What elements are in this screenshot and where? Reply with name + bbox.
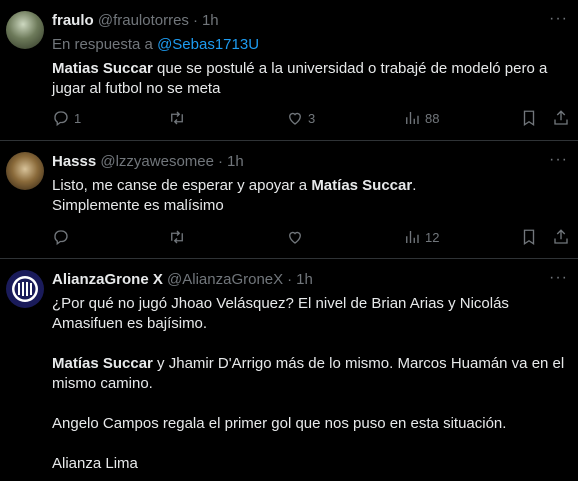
paragraph: Alianza Lima (52, 455, 138, 472)
timestamp[interactable]: 1h (296, 271, 313, 288)
share-icon (554, 229, 568, 244)
avatar[interactable] (6, 270, 44, 308)
handle[interactable]: @fraulotorres (98, 12, 189, 29)
avatar[interactable] (6, 11, 44, 49)
bookmark-button[interactable] (520, 108, 538, 128)
share-button[interactable] (552, 227, 570, 247)
timestamp[interactable]: 1h (227, 153, 244, 170)
bold-name: Matías Succar (311, 177, 413, 194)
reply-button[interactable] (52, 227, 70, 247)
action-bar: 12 (52, 227, 568, 247)
bookmark-icon (523, 229, 535, 246)
like-icon (289, 112, 301, 125)
tweet-header: Hasss @lzzyawesomee · 1h (52, 153, 244, 170)
display-name[interactable]: Hasss (52, 153, 96, 170)
repost-button[interactable] (168, 227, 186, 247)
tweet-text: Listo, me canse de esperar y apoyar a Ma… (52, 177, 417, 214)
views-count: 12 (425, 229, 440, 245)
tweet-header: AlianzaGrone X @AlianzaGroneX · 1h (52, 271, 313, 288)
tweet[interactable]: ··· AlianzaGrone X @AlianzaGroneX · 1h ¿Po… (0, 259, 578, 481)
reply-icon (54, 111, 68, 127)
handle[interactable]: @AlianzaGroneX (167, 271, 283, 288)
views-icon (406, 112, 419, 124)
bookmark-icon (523, 110, 535, 127)
bold-name: Matías Succar (52, 355, 153, 372)
handle[interactable]: @lzzyawesomee (100, 153, 214, 170)
tweet[interactable]: ··· Hasss @lzzyawesomee · 1h Listo, me can… (0, 141, 578, 259)
bookmark-button[interactable] (520, 227, 538, 247)
timestamp[interactable]: 1h (202, 12, 219, 29)
paragraph: Matías Succar y Jhamir D'Arrigo más de l… (52, 355, 565, 392)
like-button[interactable] (286, 227, 304, 247)
repost-button[interactable] (168, 108, 186, 128)
reply-icon (54, 230, 68, 246)
repost-icon (171, 230, 183, 244)
views-button[interactable]: 88 (403, 108, 439, 128)
avatar[interactable] (6, 152, 44, 190)
like-icon (289, 231, 301, 244)
tweet-header: fraulo @fraulotorres · 1h (52, 12, 219, 29)
views-icon (406, 231, 419, 243)
reply-button[interactable]: 1 (52, 108, 81, 128)
like-button[interactable]: 3 (286, 108, 315, 128)
display-name[interactable]: fraulo (52, 12, 94, 29)
views-button[interactable]: 12 (403, 227, 439, 247)
reply-mention-link[interactable]: @Sebas1713U (157, 36, 259, 53)
club-crest-logo (12, 276, 38, 302)
share-button[interactable] (552, 108, 570, 128)
reply-count: 1 (74, 110, 82, 126)
tweet-text: Matias Succar que se postulé a la univer… (52, 60, 552, 97)
reply-context: En respuesta a @Sebas1713U (52, 36, 260, 53)
like-count: 3 (308, 110, 316, 126)
paragraph: Angelo Campos regala el primer gol que n… (52, 415, 507, 432)
views-count: 88 (425, 110, 440, 126)
display-name[interactable]: AlianzaGrone X (52, 271, 163, 288)
paragraph: ¿Por qué no jugó Jhoao Velásquez? El niv… (52, 295, 509, 332)
tweet-text: ¿Por qué no jugó Jhoao Velásquez? El niv… (52, 294, 568, 474)
share-icon (554, 110, 568, 125)
bold-name: Matias Succar (52, 60, 153, 77)
tweet[interactable]: ··· fraulo @fraulotorres · 1h En respuesta… (0, 0, 578, 141)
action-bar: 1 3 88 (52, 108, 568, 128)
repost-icon (171, 111, 183, 125)
